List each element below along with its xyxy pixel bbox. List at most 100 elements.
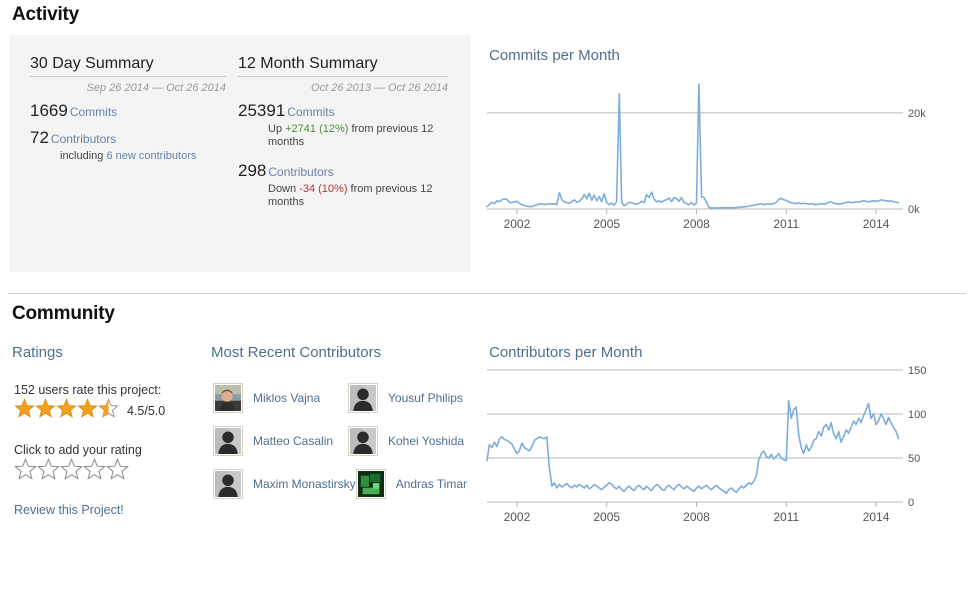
y-axis-tick-label: 100 (908, 409, 926, 421)
star-empty-icon[interactable] (14, 458, 37, 481)
x-axis-tick-label: 2011 (773, 217, 799, 231)
x-axis-tick-label: 2014 (863, 217, 890, 231)
contributors-chart-title: Contributors per Month (489, 344, 643, 361)
including-prefix: including (60, 150, 107, 162)
most-recent-contributors-heading: Most Recent Contributors (211, 344, 382, 361)
stat-30-day-commits: 1669 Commits (30, 101, 226, 121)
star-filled-icon (14, 398, 35, 418)
avatar[interactable] (355, 469, 386, 499)
x-axis-tick-label: 2008 (683, 510, 710, 524)
stat-30-day-contributors: 72 Contributors (30, 128, 226, 148)
contributors-chart-svg: 0 50 100 150 2002 2005 2008 2011 2014 (486, 365, 926, 524)
page-title-activity: Activity (12, 4, 80, 25)
stat-12-month-contributors-delta: Down -34 (10%) from previous 12 months (268, 183, 443, 209)
new-contributors-link[interactable]: 6 new contributors (106, 150, 196, 162)
contributor-name[interactable]: Matteo Casalin (253, 434, 333, 448)
avatar-image (215, 471, 241, 497)
star-empty-icon[interactable] (37, 458, 60, 481)
x-axis-tick-label: 2005 (593, 217, 620, 231)
summary-30-day: 30 Day Summary Sep 26 2014 — Oct 26 2014… (30, 55, 226, 163)
avatar-image (350, 385, 376, 411)
y-axis-tick-label: 0k (908, 204, 920, 216)
ratings-heading: Ratings (12, 344, 63, 361)
rating-score-text: 4.5/5.0 (127, 404, 166, 418)
star-filled-icon (35, 398, 56, 418)
x-axis-tick-label: 2008 (683, 217, 710, 231)
contributor-row: Miklos Vajna Yousuf Philips (213, 378, 483, 421)
rating-count-text: 152 users rate this project: (14, 383, 162, 397)
avatar[interactable] (213, 383, 243, 413)
data-line (486, 400, 900, 494)
section-divider (8, 293, 966, 294)
summary-30-day-heading: 30 Day Summary (30, 55, 226, 77)
star-filled-icon (77, 398, 98, 418)
commits-chart-title: Commits per Month (489, 47, 620, 64)
avatar[interactable] (213, 426, 243, 456)
stat-30-day-contributors-label[interactable]: Contributors (51, 132, 116, 146)
contributors-delta-value: -34 (10%) (299, 183, 348, 195)
stat-30-day-commits-value: 1669 (30, 101, 68, 120)
summary-30-day-date-range: Sep 26 2014 — Oct 26 2014 (86, 82, 226, 94)
stat-30-day-commits-label[interactable]: Commits (70, 105, 117, 119)
summary-12-month-date-range: Oct 26 2013 — Oct 26 2014 (311, 82, 448, 94)
star-empty-icon[interactable] (60, 458, 83, 481)
summary-12-month-heading: 12 Month Summary (238, 55, 448, 77)
x-axis-tick-label: 2011 (773, 510, 799, 524)
contributor-name[interactable]: Kohei Yoshida (388, 434, 464, 448)
score-stars-group (14, 397, 120, 424)
star-filled-icon (56, 398, 77, 418)
contributors-per-month-chart: 0 50 100 150 2002 2005 2008 2011 2014 (485, 360, 935, 540)
x-axis-tick-label: 2002 (504, 510, 531, 524)
star-half-icon (97, 397, 120, 418)
contributor-item[interactable]: Miklos Vajna (213, 378, 348, 418)
contributors-delta-prefix: Down (268, 183, 300, 195)
contributor-item[interactable]: Kohei Yoshida (348, 421, 483, 461)
stat-30-day-new-contributors: including 6 new contributors (60, 150, 235, 163)
commits-chart-svg: 0k 20k 2002 2005 2008 2011 2014 (486, 83, 926, 231)
contributor-item[interactable]: Maxim Monastirsky (213, 464, 356, 504)
avatar[interactable] (348, 426, 378, 456)
contributor-name[interactable]: Yousuf Philips (388, 391, 463, 405)
ratings-block: 152 users rate this project: 4.5/5.0 Cli… (14, 383, 204, 517)
avatar[interactable] (213, 469, 243, 499)
contributor-name[interactable]: Andras Timar (396, 477, 467, 491)
avatar-image (357, 471, 384, 497)
stat-12-month-commits: 25391 Commits (238, 101, 448, 121)
stat-12-month-commits-label[interactable]: Commits (287, 105, 334, 119)
rating-stars-display: 4.5/5.0 (14, 397, 204, 424)
y-axis-tick-label: 20k (908, 108, 926, 120)
stat-30-day-contributors-value: 72 (30, 128, 49, 147)
data-line (486, 83, 900, 209)
stat-12-month-contributors: 298 Contributors (238, 161, 448, 181)
summary-12-month: 12 Month Summary Oct 26 2013 — Oct 26 20… (238, 55, 448, 209)
avatar-image (215, 428, 241, 454)
y-axis-tick-label: 50 (908, 453, 920, 465)
avatar[interactable] (348, 383, 378, 413)
contributor-name[interactable]: Miklos Vajna (253, 391, 320, 405)
contributor-item[interactable]: Andras Timar (355, 464, 483, 504)
avatar-image (215, 385, 241, 411)
page-title-community: Community (12, 303, 115, 324)
x-axis-tick-label: 2005 (593, 510, 620, 524)
commits-delta-value: +2741 (12%) (285, 123, 349, 135)
contributor-item[interactable]: Matteo Casalin (213, 421, 348, 461)
contributor-row: Matteo Casalin Kohei Yoshida (213, 421, 483, 464)
x-axis-tick-label: 2014 (863, 510, 890, 524)
activity-summary-panel: 30 Day Summary Sep 26 2014 — Oct 26 2014… (10, 35, 470, 272)
avatar-image (350, 428, 376, 454)
x-axis-tick-label: 2002 (504, 217, 531, 231)
commits-per-month-chart: 0k 20k 2002 2005 2008 2011 2014 (485, 80, 935, 245)
contributor-row: Maxim Monastirsky Andras Timar (213, 464, 483, 507)
rating-input-stars[interactable] (14, 458, 204, 481)
star-empty-icon[interactable] (106, 458, 129, 481)
add-rating-label: Click to add your rating (14, 443, 142, 457)
y-axis-tick-label: 0 (908, 497, 914, 509)
recent-contributors-grid: Miklos Vajna Yousuf Philips Matteo Casalin… (213, 378, 483, 507)
y-axis-tick-label: 150 (908, 365, 926, 377)
review-project-link[interactable]: Review this Project! (14, 503, 204, 517)
star-empty-icon[interactable] (83, 458, 106, 481)
stat-12-month-commits-delta: Up +2741 (12%) from previous 12 months (268, 123, 443, 149)
contributor-item[interactable]: Yousuf Philips (348, 378, 483, 418)
stat-12-month-contributors-label[interactable]: Contributors (268, 165, 333, 179)
contributor-name[interactable]: Maxim Monastirsky (253, 477, 356, 491)
